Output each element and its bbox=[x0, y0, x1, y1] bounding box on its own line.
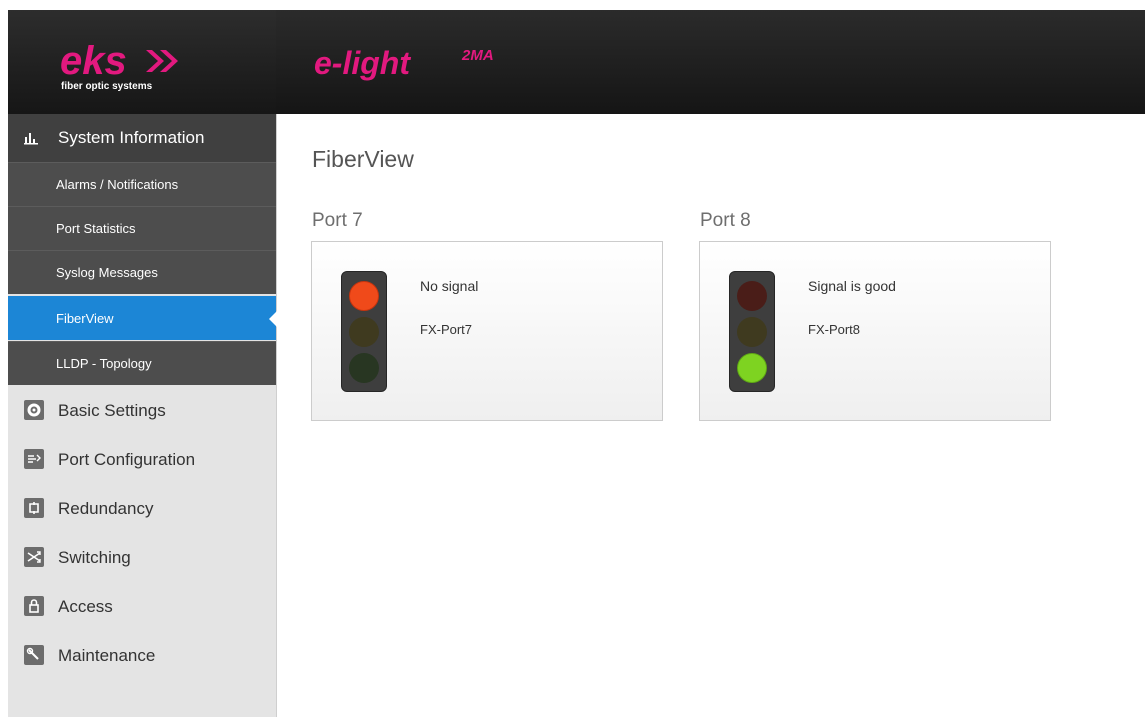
product-logo: e-light 2MA bbox=[314, 45, 494, 81]
subnav-label: Port Statistics bbox=[56, 221, 136, 236]
green-lamp bbox=[737, 353, 767, 383]
traffic-light bbox=[341, 271, 387, 392]
nav-port-configuration[interactable]: Port Configuration bbox=[8, 435, 276, 484]
wrench-icon bbox=[24, 645, 44, 665]
yellow-lamp bbox=[349, 317, 379, 347]
port-name: FX-Port8 bbox=[808, 322, 861, 337]
subnav-port-statistics[interactable]: Port Statistics bbox=[8, 206, 276, 250]
nav-switching[interactable]: Switching bbox=[8, 533, 276, 582]
subnav-label: LLDP - Topology bbox=[56, 356, 152, 371]
header-bar: e-light 2MA bbox=[276, 10, 1145, 114]
eks-logo: eks fiber optic systems bbox=[8, 10, 276, 114]
subnav-syslog-messages[interactable]: Syslog Messages bbox=[8, 250, 276, 294]
nav-access[interactable]: Access bbox=[8, 582, 276, 631]
port-8-card: Signal is good FX-Port8 bbox=[699, 241, 1051, 421]
port-7-title: Port 7 bbox=[312, 210, 363, 231]
svg-text:eks: eks bbox=[60, 40, 127, 82]
sidebar: eks fiber optic systems System Informati… bbox=[8, 10, 277, 717]
port-7-card: No signal FX-Port7 bbox=[311, 241, 663, 421]
nav-system-information[interactable]: System Information bbox=[8, 114, 276, 162]
redundancy-icon bbox=[24, 498, 44, 518]
red-lamp bbox=[737, 281, 767, 311]
shuffle-icon bbox=[24, 547, 44, 567]
traffic-light bbox=[729, 271, 775, 392]
red-lamp bbox=[349, 281, 379, 311]
port-8-title: Port 8 bbox=[700, 210, 751, 231]
gear-icon bbox=[24, 400, 44, 420]
port-name: FX-Port7 bbox=[420, 322, 473, 337]
svg-text:2MA: 2MA bbox=[461, 47, 494, 64]
logo-tagline: fiber optic systems bbox=[61, 81, 153, 92]
signal-status: Signal is good bbox=[808, 278, 896, 294]
port-config-icon bbox=[24, 449, 44, 469]
app-window: eks fiber optic systems System Informati… bbox=[0, 0, 1145, 717]
subnav-fiberview[interactable]: FiberView bbox=[8, 296, 277, 340]
subnav-lldp-topology[interactable]: LLDP - Topology bbox=[8, 341, 276, 385]
green-lamp bbox=[349, 353, 379, 383]
bar-chart-icon bbox=[24, 133, 38, 145]
eks-logo-mark: eks bbox=[60, 40, 178, 82]
svg-text:e-light: e-light bbox=[314, 45, 411, 81]
nav-maintenance[interactable]: Maintenance bbox=[8, 631, 276, 680]
nav-basic-settings[interactable]: Basic Settings bbox=[8, 386, 276, 435]
subnav-label: FiberView bbox=[56, 311, 114, 326]
nav-redundancy[interactable]: Redundancy bbox=[8, 484, 276, 533]
lock-icon bbox=[24, 596, 44, 616]
subnav-alarms-notifications[interactable]: Alarms / Notifications bbox=[8, 162, 276, 206]
page-title: FiberView bbox=[312, 146, 414, 172]
yellow-lamp bbox=[737, 317, 767, 347]
subnav-label: Syslog Messages bbox=[56, 265, 158, 280]
signal-status: No signal bbox=[420, 278, 479, 294]
subnav-label: Alarms / Notifications bbox=[56, 177, 179, 192]
